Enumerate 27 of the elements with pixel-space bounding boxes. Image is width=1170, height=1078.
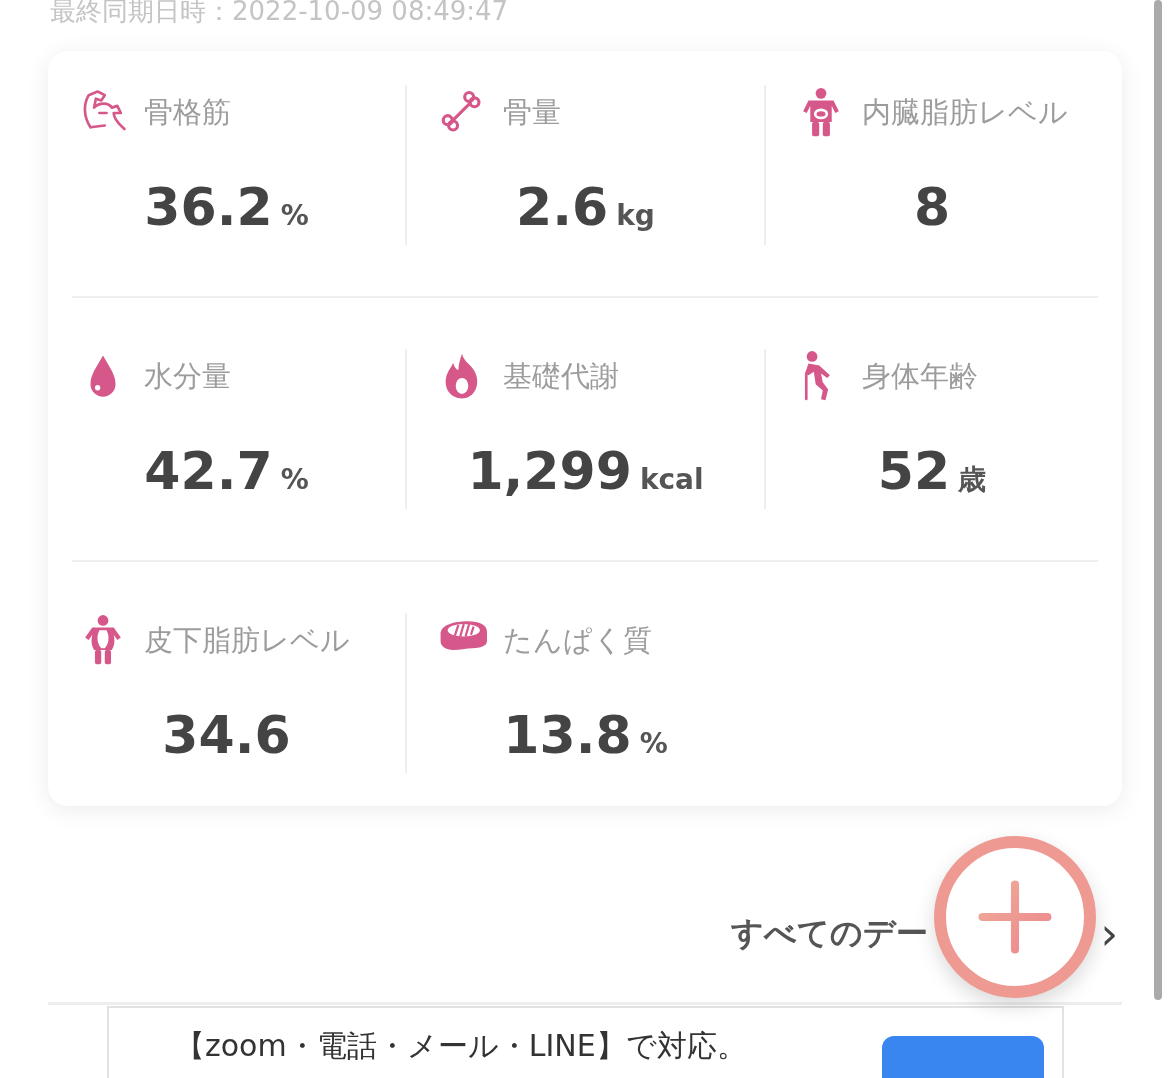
metric-unit: 歳 [958, 462, 987, 498]
metric-label: 皮下脂肪レベル [144, 622, 350, 659]
metric-value: 8 [913, 177, 951, 237]
metric-label: 水分量 [144, 358, 231, 395]
metric-unit: % [639, 727, 668, 760]
scrollbar[interactable] [1154, 0, 1162, 1000]
metric-value: 13.8 [503, 705, 632, 765]
metric-label: 骨量 [503, 94, 561, 131]
all-data-link[interactable]: すべてのデー [731, 916, 929, 952]
metric-value: 42.7 [144, 441, 273, 501]
metric-label: 骨格筋 [144, 94, 231, 131]
metric-label: 身体年齢 [862, 358, 978, 395]
metric-label: 内臓脂肪レベル [862, 94, 1068, 131]
ad-text: 【zoom・電話・メール・LINE】で対応。 [175, 1027, 747, 1065]
metric-label: たんぱく質 [503, 622, 652, 659]
metric-value: 36.2 [144, 177, 273, 237]
chevron-icon[interactable]: › [1100, 912, 1118, 956]
metric-label: 基礎代謝 [503, 358, 619, 395]
metric-unit: kg [616, 199, 655, 232]
metric-value: 2.6 [516, 177, 609, 237]
metric-value: 1,299 [467, 441, 632, 501]
open-button[interactable] [882, 1036, 1044, 1078]
metric-unit: kcal [639, 463, 704, 496]
metric-value: 52 [877, 441, 951, 501]
metric-unit: % [280, 199, 309, 232]
metric-value: 34.6 [162, 705, 291, 765]
metric-unit: % [280, 463, 309, 496]
